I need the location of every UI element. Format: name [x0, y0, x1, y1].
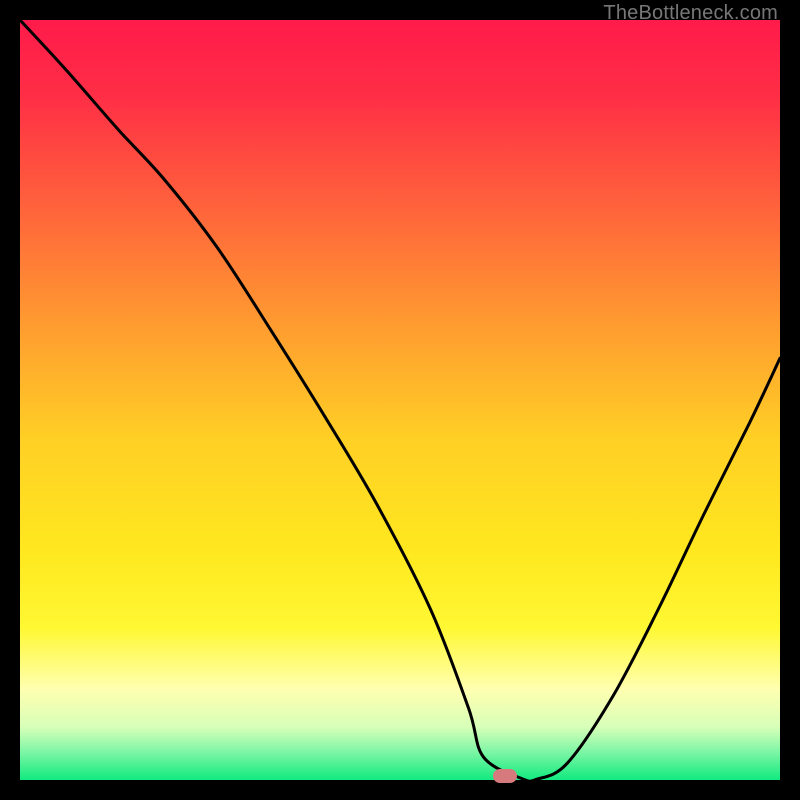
optimal-point-marker: [493, 769, 517, 783]
chart-plot-area: [20, 20, 780, 780]
bottleneck-curve: [20, 20, 780, 780]
watermark-text: TheBottleneck.com: [603, 2, 778, 25]
